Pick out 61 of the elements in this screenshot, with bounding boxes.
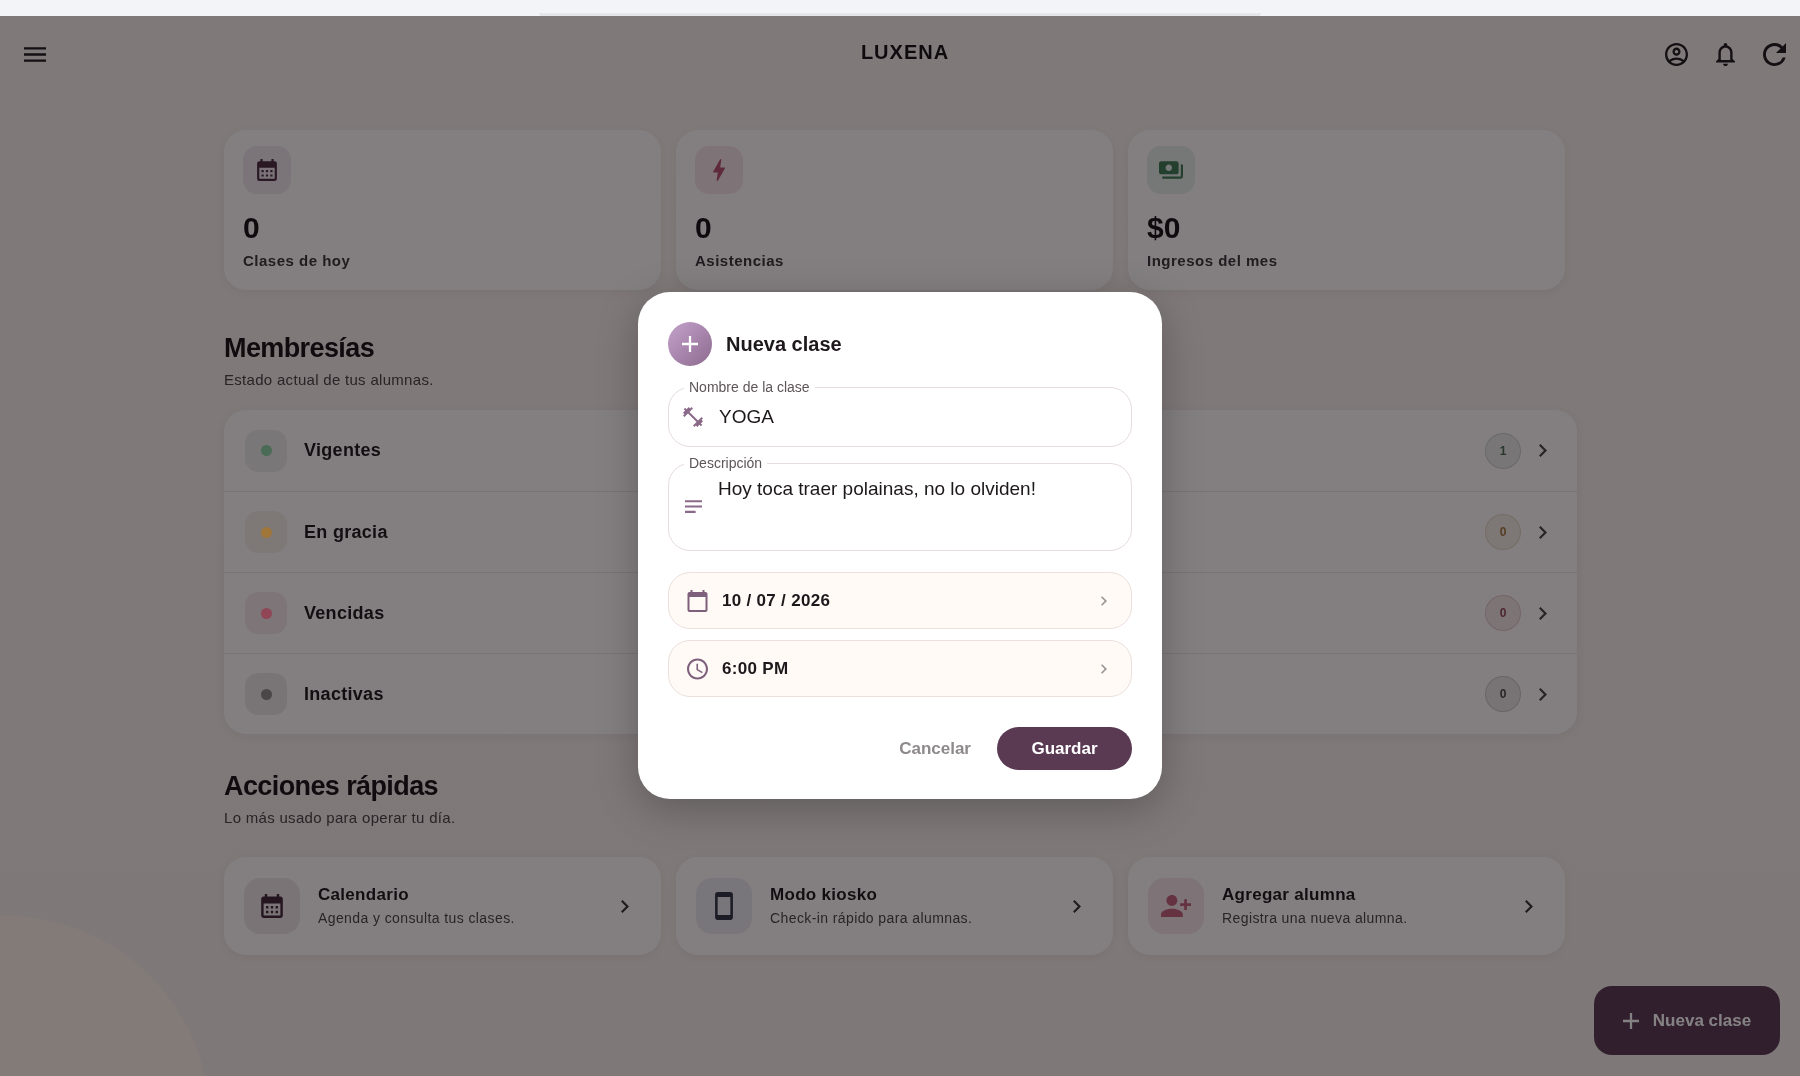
plus-icon xyxy=(1622,1012,1639,1029)
account-icon[interactable] xyxy=(1665,42,1688,66)
description-input[interactable]: Hoy toca traer polainas, no lo olviden! xyxy=(718,476,1111,534)
refresh-icon[interactable] xyxy=(1763,42,1786,66)
quick-action-card[interactable]: Modo kiosko Check-in rápido para alumnas. xyxy=(676,857,1113,955)
bell-icon[interactable] xyxy=(1714,42,1737,66)
action-title: Agregar alumna xyxy=(1222,884,1356,906)
chevron-right-icon xyxy=(1073,899,1081,913)
metric-card[interactable]: $0 Ingresos del mes xyxy=(1128,130,1565,290)
cancel-button[interactable]: Cancelar xyxy=(899,734,971,763)
chevron-right-icon[interactable] xyxy=(1539,606,1547,620)
save-button[interactable]: Guardar xyxy=(997,727,1132,770)
section-subtitle: Lo más usado para operar tu día. xyxy=(224,808,456,828)
membership-label[interactable]: En gracia xyxy=(304,521,388,543)
action-description: Check-in rápido para alumnas. xyxy=(770,909,973,928)
dialog-title: Nueva clase xyxy=(726,332,842,356)
menu-icon[interactable] xyxy=(24,46,46,62)
metric-value: $0 xyxy=(1147,211,1182,245)
time-picker[interactable]: 6:00 PM xyxy=(668,640,1132,697)
metric-label: Asistencias xyxy=(695,251,785,271)
tablet-icon xyxy=(696,878,752,934)
metric-value: 0 xyxy=(695,211,713,245)
metric-value: 0 xyxy=(243,211,261,245)
app-title: LUXENA xyxy=(860,40,950,64)
action-title: Modo kiosko xyxy=(770,884,878,906)
action-title: Calendario xyxy=(318,884,409,906)
membership-label[interactable]: Vigentes xyxy=(304,440,382,461)
metric-label: Clases de hoy xyxy=(243,251,352,271)
metric-card[interactable]: 0 Clases de hoy xyxy=(224,130,661,290)
chevron-right-icon[interactable] xyxy=(1539,444,1547,457)
chevron-right-icon xyxy=(621,899,629,913)
date-picker[interactable]: 10 / 07 / 2026 xyxy=(668,572,1132,629)
dumbbell-icon xyxy=(683,407,703,427)
section-title: Membresías xyxy=(224,332,375,364)
new-class-button[interactable]: Nueva clase xyxy=(1594,986,1780,1055)
metric-card[interactable]: 0 Asistencias xyxy=(676,130,1113,290)
lightning-icon xyxy=(695,146,743,194)
quick-action-card[interactable]: Calendario Agenda y consulta tus clases. xyxy=(224,857,661,955)
action-description: Agenda y consulta tus clases. xyxy=(318,909,515,928)
person-add-icon xyxy=(1148,878,1204,934)
text-lines-icon xyxy=(685,500,702,513)
calendar-icon xyxy=(687,589,708,612)
banknotes-icon xyxy=(1147,146,1195,194)
calendar-icon xyxy=(244,878,300,934)
chevron-right-icon[interactable] xyxy=(1539,687,1547,701)
section-subtitle: Estado actual de tus alumnas. xyxy=(224,370,434,390)
metric-label: Ingresos del mes xyxy=(1147,251,1279,271)
action-description: Registra una nueva alumna. xyxy=(1222,909,1408,928)
clock-icon xyxy=(687,657,708,680)
name-input[interactable]: YOGA xyxy=(719,404,1111,430)
section-title: Acciones rápidas xyxy=(224,770,438,802)
membership-label[interactable]: Inactivas xyxy=(304,683,384,705)
membership-label[interactable]: Vencidas xyxy=(304,602,385,624)
chevron-right-icon xyxy=(1101,595,1107,606)
calendar-icon xyxy=(243,146,291,194)
plus-icon xyxy=(668,322,712,366)
chevron-right-icon[interactable] xyxy=(1539,525,1547,539)
chevron-right-icon xyxy=(1525,899,1533,913)
quick-action-card[interactable]: Agregar alumna Registra una nueva alumna. xyxy=(1128,857,1565,955)
chevron-right-icon xyxy=(1101,663,1107,674)
field-label: Descripción xyxy=(684,454,768,472)
